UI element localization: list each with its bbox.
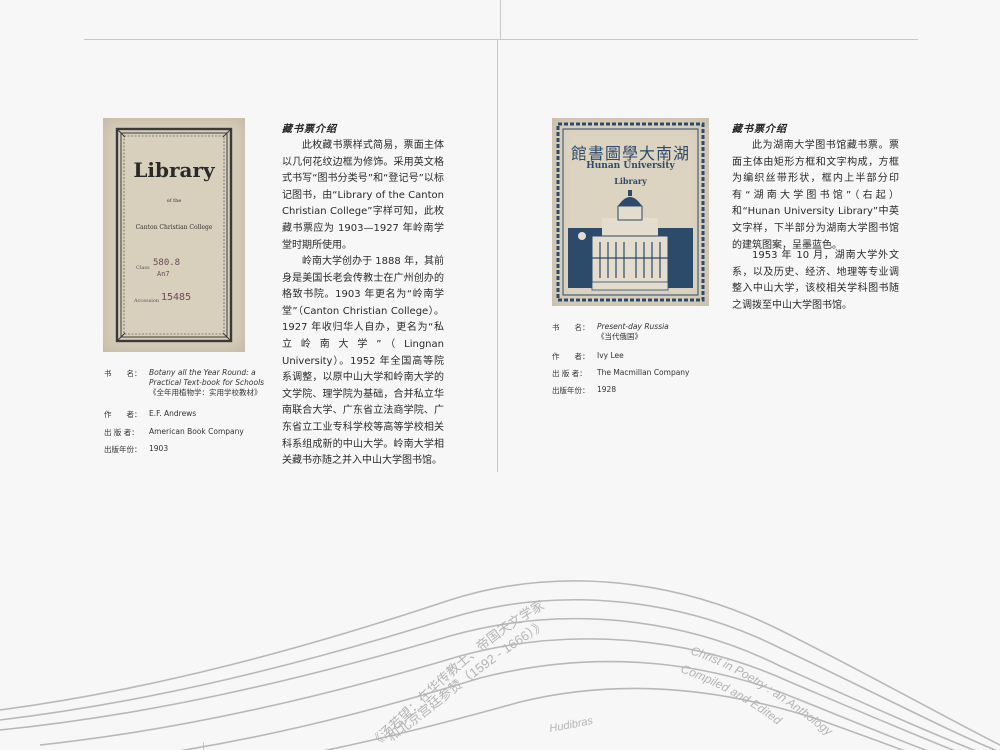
bookplate-class-label: Class <box>136 265 150 271</box>
curve-text-hudibras: Hudibras <box>549 715 595 735</box>
bookplate-of-the: of the <box>166 198 182 204</box>
meta-row-title: 书 名： Present-day Russia 《当代俄国》 <box>552 322 717 351</box>
bookplate-library-title: Library <box>133 158 215 182</box>
book-title-en: Botany all the Year Round: a Practical T… <box>149 368 265 387</box>
left-paragraph-1: 此枚藏书票样式简易，票面主体以几何花纹边框为修饰。采用英文格式书写“图书分类号”… <box>282 140 444 251</box>
meta-row-author: 作 者： Ivy Lee <box>552 351 717 368</box>
left-paragraph-2: 岭南大学创办于 1888 年，其前身是美国长老会传教士在广州创办的格致书院。19… <box>282 256 444 467</box>
right-paragraph-1: 此为湖南大学图书馆藏书票。票面主体由矩形方框和文字构成，方框为编织丝带形状，框内… <box>732 140 899 251</box>
bookplate-library: Library <box>614 176 647 186</box>
meta-value: Botany all the Year Round: a Practical T… <box>149 368 269 398</box>
curve-text-tangruowang-2: 和北京宫廷参赞（1592 - 1666）》 <box>384 617 548 744</box>
center-divider <box>497 40 498 472</box>
lingnan-bookplate-image: Library of the Canton Christian College … <box>103 118 245 352</box>
meta-value: American Book Company <box>149 427 244 436</box>
book-title-cn: 《全年用植物学：实用学校教材》 <box>149 388 262 397</box>
meta-key: 作 者： <box>104 410 142 419</box>
meta-value: Ivy Lee <box>597 351 624 360</box>
bookplate-accession-value: 15485 <box>161 292 192 303</box>
meta-value: E.F. Andrews <box>149 409 197 418</box>
meta-key: 出 版 者： <box>104 428 139 437</box>
bookplate-college: Canton Christian College <box>135 224 213 231</box>
right-book-metadata: 书 名： Present-day Russia 《当代俄国》 作 者： Ivy … <box>552 322 717 399</box>
hunan-bookplate-image: 館書圖學大南湖 Hunan University Library <box>552 118 709 306</box>
meta-row-publisher: 出 版 者： American Book Company <box>104 427 269 444</box>
meta-key: 出 版 者： <box>552 369 587 378</box>
meta-value: Present-day Russia 《当代俄国》 <box>597 322 717 342</box>
top-divider <box>500 0 501 39</box>
left-book-metadata: 书 名： Botany all the Year Round: a Practi… <box>104 368 269 458</box>
meta-key: 出版年份： <box>104 445 142 454</box>
left-section-title: 藏书票介绍 <box>282 124 337 135</box>
wave-decoration: 《汤若望：在华传教士、帝国天文学家 和北京宫廷参赞（1592 - 1666）》 … <box>0 580 1000 750</box>
right-paragraph-2: 1953 年 10 月，湖南大学外文系，以及历史、经济、地理等专业调整入中山大学… <box>732 250 899 311</box>
meta-row-year: 出版年份： 1928 <box>552 385 717 399</box>
meta-row-publisher: 出 版 者： The Macmillan Company <box>552 368 717 385</box>
meta-value: 1928 <box>597 385 617 394</box>
meta-key: 出版年份： <box>552 386 590 395</box>
meta-row-title: 书 名： Botany all the Year Round: a Practi… <box>104 368 269 409</box>
book-title-en: Present-day Russia <box>597 322 669 331</box>
meta-row-author: 作 者： E.F. Andrews <box>104 409 269 427</box>
bookplate-class-sub: An7 <box>157 270 170 278</box>
meta-key: 作 者： <box>552 352 590 361</box>
book-title-cn: 《当代俄国》 <box>597 332 642 341</box>
bookplate-class-value: 580.8 <box>153 258 181 268</box>
bookplate-hunan-university: Hunan University <box>586 161 675 171</box>
bookplate-accession-label: Accession <box>134 298 160 304</box>
top-rule <box>84 39 918 40</box>
meta-key: 书 名： <box>552 323 590 332</box>
meta-key: 书 名： <box>104 369 142 378</box>
meta-row-year: 出版年份： 1903 <box>104 444 269 458</box>
right-section-title: 藏书票介绍 <box>732 124 787 135</box>
meta-value: 1903 <box>149 444 169 453</box>
meta-value: The Macmillan Company <box>597 368 690 377</box>
